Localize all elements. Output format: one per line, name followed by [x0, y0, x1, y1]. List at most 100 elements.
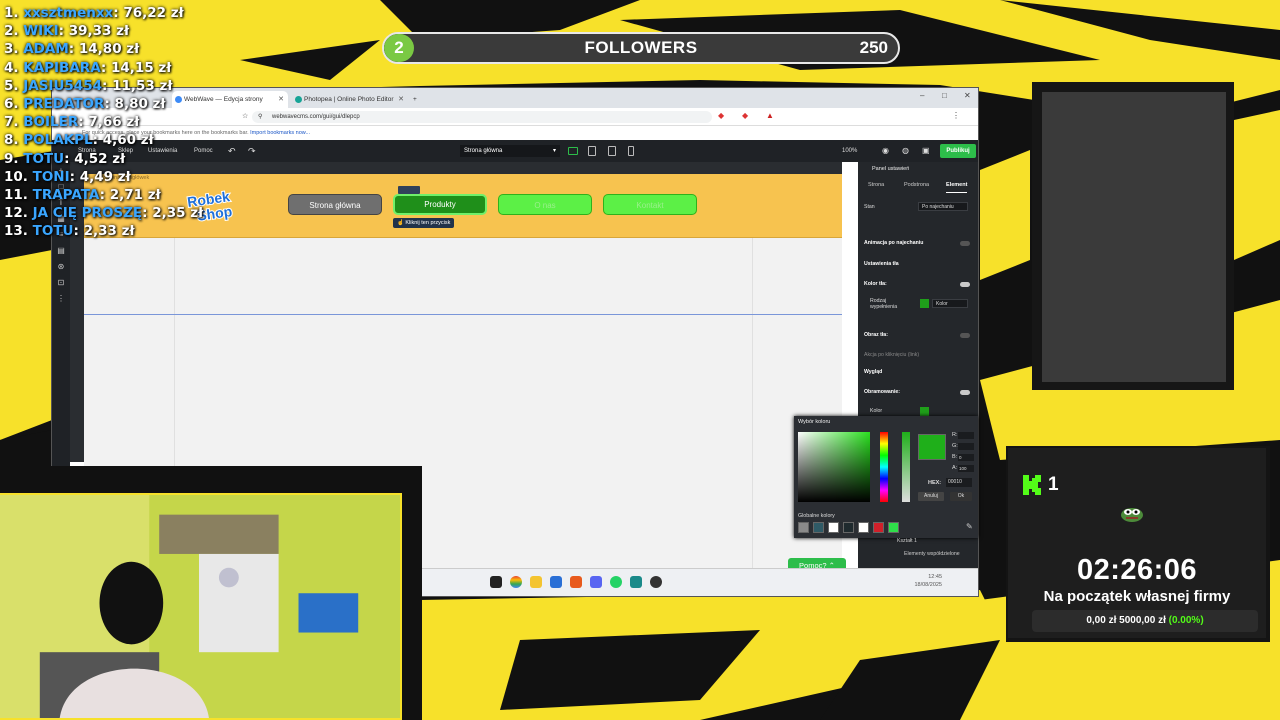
global-color-swatch[interactable]	[828, 522, 839, 533]
globe-icon[interactable]: ◍	[902, 140, 909, 162]
goal-title: Na początek własnej firmy	[1043, 588, 1231, 605]
chrome-icon[interactable]	[510, 576, 522, 588]
taskbar-clock[interactable]: 12:45 18/08/2025	[914, 573, 942, 589]
leaderboard-row: 5. JASIU5454: 11,53 zł	[4, 77, 173, 94]
bookmark-star-icon[interactable]: ☆	[242, 112, 248, 120]
hover-animation-toggle[interactable]	[960, 241, 970, 246]
minimize-icon[interactable]: –	[920, 91, 924, 100]
hex-input[interactable]: 00010	[946, 478, 972, 487]
tablet-portrait-icon[interactable]	[608, 146, 616, 156]
menu-dots-icon[interactable]: ⋮	[952, 111, 960, 120]
panel-tabs: Strona Podstrona Element	[858, 178, 978, 193]
page-select[interactable]: Strona główna ▾	[460, 145, 560, 157]
save-icon[interactable]: ▣	[922, 140, 930, 162]
redo-icon[interactable]: ↷	[248, 140, 256, 162]
import-bookmarks-link[interactable]: Import bookmarks now...	[250, 130, 310, 136]
tab-podstrona[interactable]: Podstrona	[904, 178, 929, 192]
tablet-view-icon[interactable]	[588, 146, 596, 156]
leaderboard-row: 9. TOTU: 4,52 zł	[4, 150, 126, 167]
donation-goal-widget: 1 02:26:06 Na początek własnej firmy 0,0…	[1006, 446, 1270, 642]
file-explorer-icon[interactable]	[530, 576, 542, 588]
leaderboard-row: 1. xxsztmenxx: 76,22 zł	[4, 5, 184, 21]
task-view-icon[interactable]	[490, 576, 502, 588]
global-color-swatch[interactable]	[858, 522, 869, 533]
alpha-slider[interactable]	[902, 432, 910, 502]
url-input[interactable]: ⚲ webwavecms.com/gui/gui/dlepcp	[252, 111, 712, 123]
nav-button-kontakt[interactable]: Kontakt	[603, 194, 697, 215]
hover-animation-label: Animacja po najechaniu	[864, 240, 924, 246]
state-select[interactable]: Po najechaniu	[918, 202, 968, 211]
color-picker: Wybór koloru R: G: B: 0 A: 100 HEX: 0001…	[794, 416, 978, 538]
photopea-favicon-icon	[295, 96, 302, 103]
preview-eye-icon[interactable]: ◉	[882, 140, 889, 162]
zoom-level[interactable]: 100%	[842, 140, 857, 162]
extension-icon[interactable]: ◆	[718, 111, 724, 120]
store-icon[interactable]	[550, 576, 562, 588]
bg-color-toggle[interactable]	[960, 282, 970, 287]
goal-percent: (0.00%)	[1168, 615, 1204, 626]
followers-goal: 250	[859, 38, 888, 57]
obs-icon[interactable]	[650, 576, 662, 588]
maximize-icon[interactable]: □	[942, 91, 947, 100]
global-color-swatch[interactable]	[888, 522, 899, 533]
kick-count: 1	[1048, 474, 1059, 495]
gallery-icon[interactable]: ▤	[56, 246, 66, 256]
bg-settings-header[interactable]: Ustawienia tła	[864, 261, 899, 267]
layer-item[interactable]: Elementy współdzielone	[904, 551, 960, 557]
nav-button-produkty[interactable]: Produkty	[393, 194, 487, 215]
selection-hint: ☝ Kliknij ten przycisk	[393, 218, 455, 228]
ok-button[interactable]: Ok	[950, 492, 972, 501]
border-toggle[interactable]	[960, 390, 970, 395]
close-window-icon[interactable]: ✕	[964, 91, 971, 100]
green-input[interactable]	[958, 443, 974, 450]
form-icon[interactable]: ⊛	[56, 262, 66, 272]
tab-photopea[interactable]: Photopea | Online Photo Editor ✕	[292, 91, 408, 108]
brave-icon[interactable]	[570, 576, 582, 588]
nav-button-strona-glowna[interactable]: Strona główna	[288, 194, 382, 215]
page-select-value: Strona główna	[464, 148, 503, 154]
layer-item[interactable]: Kształt 1	[897, 538, 917, 544]
red-input[interactable]	[958, 432, 974, 439]
saturation-value-area[interactable]	[798, 432, 870, 502]
app-icon[interactable]	[630, 576, 642, 588]
mobile-view-icon[interactable]	[628, 146, 634, 156]
nav-button-o-nas[interactable]: O nas	[498, 194, 592, 215]
green-label: G:	[952, 443, 958, 449]
eyedropper-icon[interactable]: ✎	[966, 522, 973, 531]
selection-handle[interactable]	[398, 186, 420, 194]
look-header[interactable]: Wygląd	[864, 369, 882, 375]
leaderboard-row: 12. JA CIĘ PROSZĘ: 2,35 zł	[4, 205, 204, 222]
close-tab-icon[interactable]: ✕	[278, 91, 284, 108]
alpha-input[interactable]: 100	[958, 465, 974, 472]
state-label: Stan	[864, 204, 875, 210]
more-icon[interactable]: ⋮	[56, 294, 66, 304]
lock-icon: ⚲	[258, 114, 263, 120]
discord-icon[interactable]	[590, 576, 602, 588]
adblock-icon[interactable]: ▲	[766, 111, 774, 120]
border-color-swatch[interactable]	[920, 407, 929, 416]
close-tab-icon[interactable]: ✕	[398, 91, 404, 108]
fill-type-select[interactable]: Kolor	[932, 299, 968, 308]
hue-slider[interactable]	[880, 432, 888, 502]
shop-cart-icon[interactable]: ⊡	[56, 278, 66, 288]
bg-color-swatch[interactable]	[920, 299, 929, 308]
extension-icon[interactable]: ◆	[742, 111, 748, 120]
blue-input[interactable]: 0	[958, 454, 974, 461]
undo-icon[interactable]: ↶	[228, 140, 236, 162]
click-action-label[interactable]: Akcja po kliknięciu (link)	[864, 352, 919, 358]
global-color-swatch[interactable]	[798, 522, 809, 533]
whatsapp-icon[interactable]	[610, 576, 622, 588]
global-color-swatch[interactable]	[843, 522, 854, 533]
cancel-button[interactable]: Anuluj	[918, 492, 944, 501]
global-color-swatch[interactable]	[813, 522, 824, 533]
bg-image-toggle[interactable]	[960, 333, 970, 338]
desktop-view-icon[interactable]	[568, 147, 578, 155]
tab-element[interactable]: Element	[946, 178, 968, 193]
kick-logo-icon	[1023, 475, 1041, 495]
url-text: webwavecms.com/gui/gui/dlepcp	[272, 114, 360, 120]
tab-strona[interactable]: Strona	[868, 178, 884, 192]
publish-button[interactable]: Publikuj	[940, 144, 976, 158]
bg-image-label: Obraz tła:	[864, 332, 888, 338]
new-tab-button[interactable]: +	[410, 91, 424, 108]
global-color-swatch[interactable]	[873, 522, 884, 533]
